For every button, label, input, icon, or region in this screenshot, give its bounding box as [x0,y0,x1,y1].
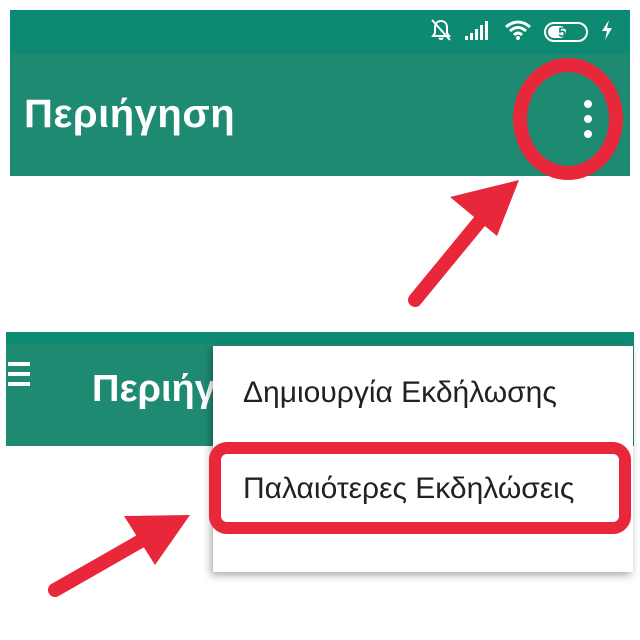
arrow-top [408,180,519,307]
arrow-bottom [48,515,190,597]
annotation-arrows [48,180,519,597]
